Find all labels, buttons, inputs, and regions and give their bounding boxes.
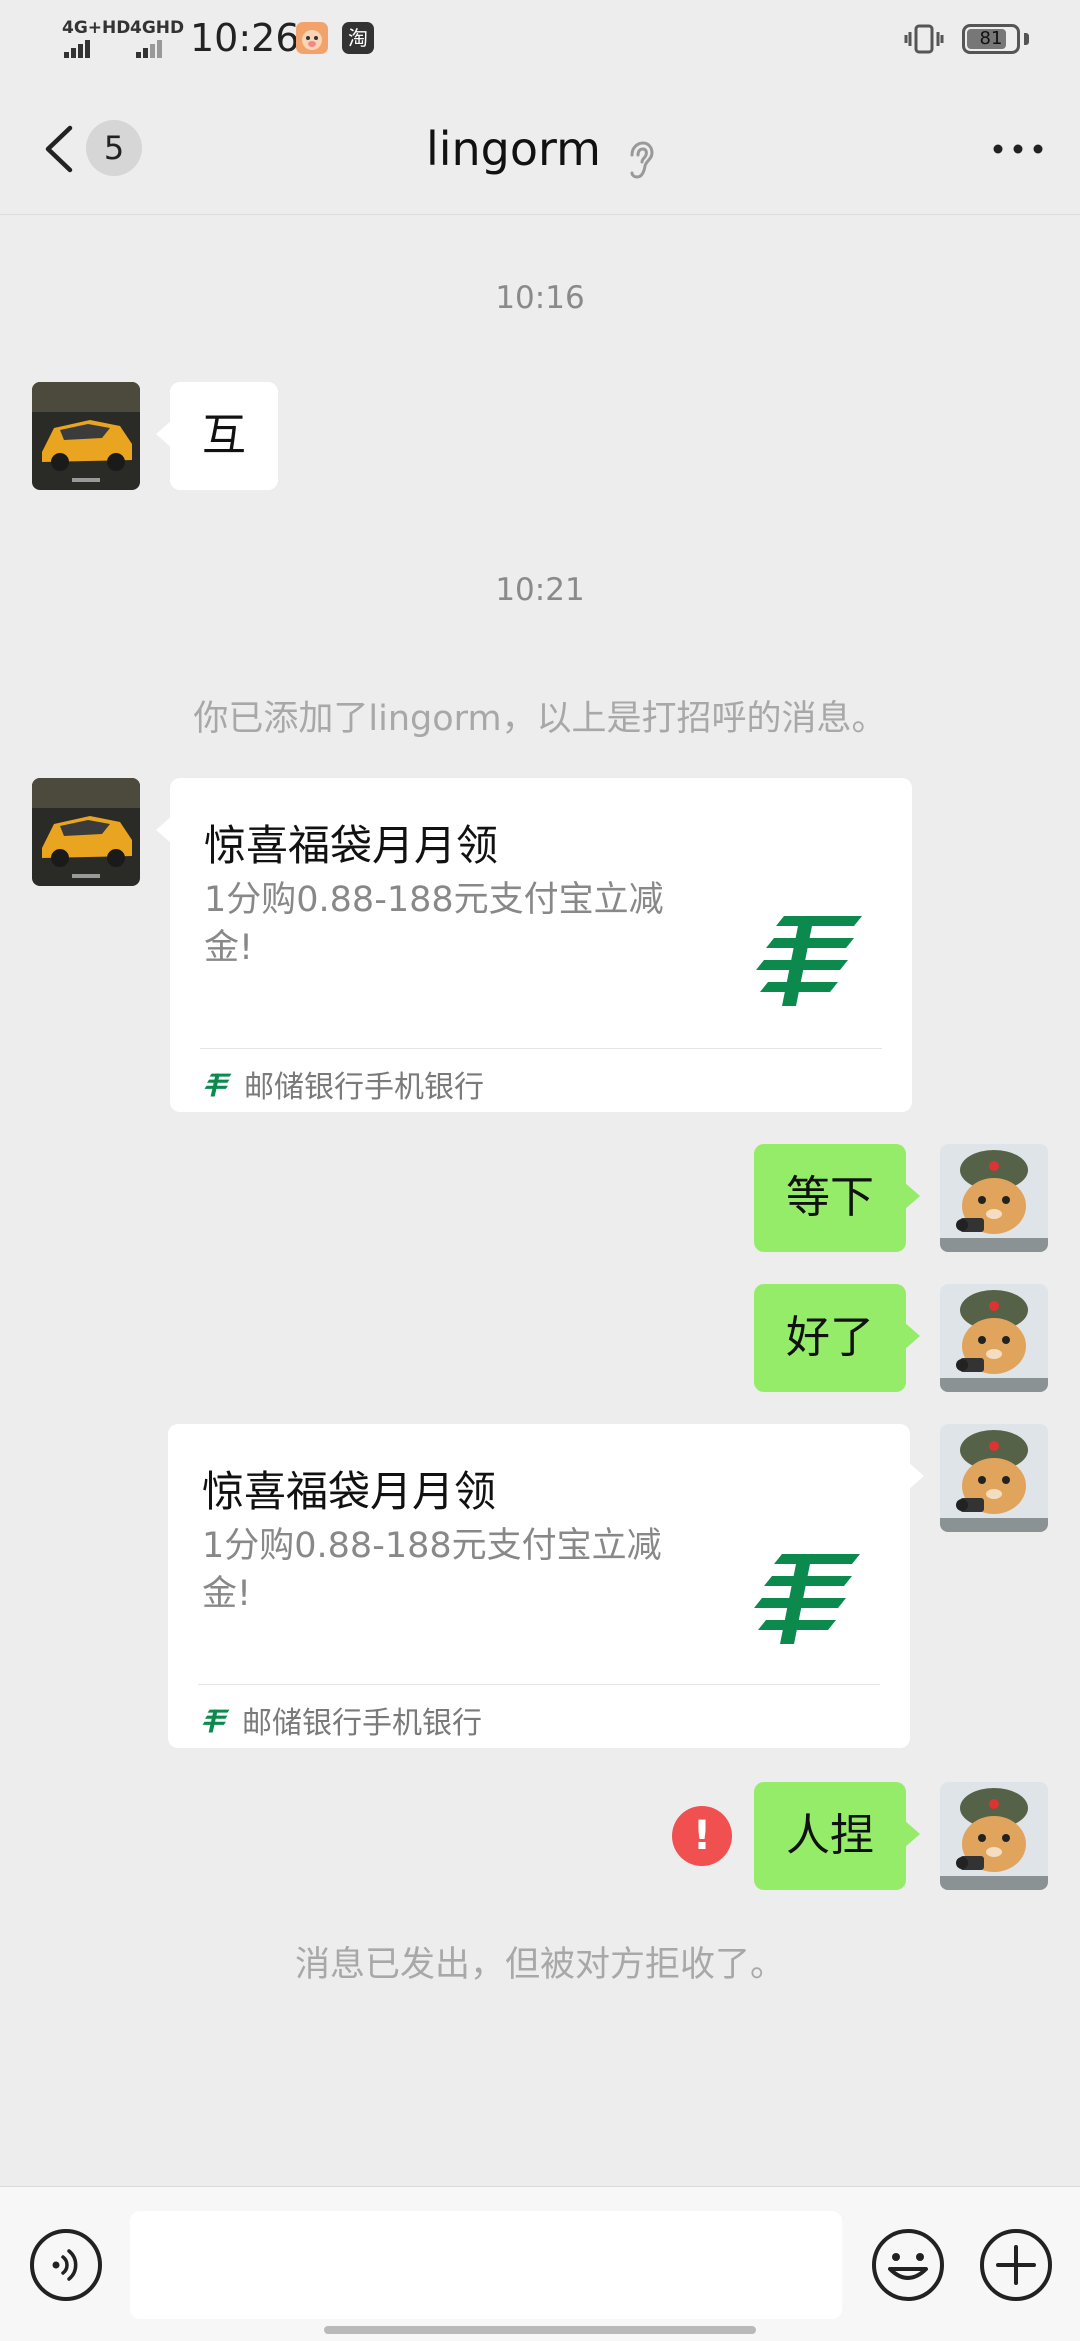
chat-title: lingorm (425, 122, 601, 176)
battery-level: 81 (979, 28, 1003, 49)
postal-bank-small-icon (204, 1073, 232, 1097)
card-divider (200, 1048, 882, 1049)
voice-input-button[interactable] (30, 2229, 102, 2301)
postal-bank-logo-icon (756, 916, 862, 1006)
input-bar (0, 2186, 1080, 2341)
contact-avatar[interactable] (32, 382, 140, 490)
status-bar: 4G+HD 4GHD 10:26 淘 81 (0, 0, 1080, 84)
card-description: 1分购0.88-188元支付宝立减金! (202, 1526, 662, 1614)
postal-bank-logo-icon (754, 1554, 860, 1644)
emoji-button[interactable] (868, 2225, 948, 2305)
card-source-label: 邮储银行手机银行 (244, 1070, 484, 1105)
contact-avatar[interactable] (32, 778, 140, 886)
link-card[interactable]: 惊喜福袋月月领 1分购0.88-188元支付宝立减金! 邮储银行手机银行 (156, 778, 912, 1112)
my-avatar[interactable] (940, 1782, 1048, 1890)
card-divider (198, 1684, 880, 1685)
chat-header: 5 lingorm (0, 84, 1080, 215)
system-notice-rejected: 消息已发出，但被对方拒收了。 (294, 1945, 785, 1985)
card-source: 邮储银行手机银行 (202, 1696, 482, 1744)
vibrate-icon (904, 24, 944, 54)
card-title: 惊喜福袋月月领 (204, 821, 499, 870)
voice-icon (52, 2249, 78, 2281)
pig-app-icon (296, 22, 328, 54)
signal-icon-2 (136, 40, 162, 58)
sent-message-bubble[interactable]: 等下 (754, 1144, 920, 1252)
timestamp: 10:16 (495, 280, 585, 316)
timestamp: 10:21 (495, 572, 585, 608)
message-input[interactable] (130, 2211, 842, 2319)
ear-icon (630, 140, 654, 179)
system-notice-added: 你已添加了lingorm，以上是打招呼的消息。 (193, 699, 887, 739)
taobao-app-icon: 淘 (342, 22, 374, 54)
clock: 10:26 (190, 16, 300, 60)
send-failed-icon[interactable]: ! (672, 1806, 732, 1866)
card-title: 惊喜福袋月月领 (202, 1467, 497, 1516)
more-actions-plus-button[interactable] (976, 2225, 1056, 2305)
received-message-bubble[interactable]: 互 (156, 382, 278, 490)
sent-message-bubble[interactable]: 好了 (754, 1284, 920, 1392)
my-avatar[interactable] (940, 1144, 1048, 1252)
network-type-2: 4GHD (130, 18, 185, 38)
my-avatar[interactable] (940, 1284, 1048, 1392)
battery-tip (1024, 33, 1029, 45)
link-card[interactable]: 惊喜福袋月月领 1分购0.88-188元支付宝立减金! 邮储银行手机银行 (168, 1424, 924, 1748)
more-options-button[interactable] (990, 134, 1046, 164)
sent-message-bubble[interactable]: 人捏 (754, 1782, 920, 1890)
home-indicator[interactable] (324, 2326, 756, 2334)
battery-icon: 81 (962, 24, 1020, 54)
postal-bank-small-icon (202, 1709, 230, 1733)
card-source-label: 邮储银行手机银行 (242, 1706, 482, 1741)
my-avatar[interactable] (940, 1424, 1048, 1532)
card-description: 1分购0.88-188元支付宝立减金! (204, 880, 664, 968)
title-container: lingorm (0, 122, 1080, 181)
signal-icon-1 (64, 40, 90, 58)
network-type-1: 4G+HD (62, 18, 131, 38)
card-source: 邮储银行手机银行 (204, 1060, 484, 1108)
